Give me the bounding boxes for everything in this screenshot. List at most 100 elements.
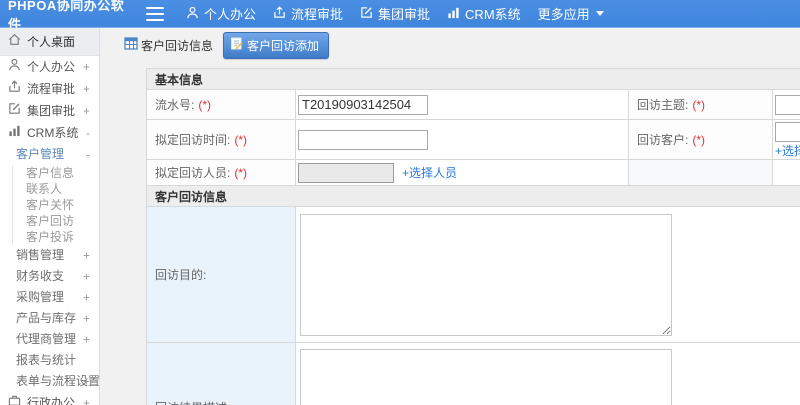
sidebar-item-reports-statistics[interactable]: 报表与统计 [0, 350, 99, 371]
submenu-group: 客户信息 联系人 客户关怀 客户回访 客户投诉 [12, 165, 99, 245]
sidebar-item-customer-care[interactable]: 客户关怀 [13, 197, 99, 213]
sidebar-item-label: 个人办公 [27, 60, 76, 74]
sidebar-item-form-workflow-settings[interactable]: 表单与流程设置 + [0, 371, 99, 392]
sidebar-item-sales-management[interactable]: 销售管理 + [0, 245, 99, 266]
expand-icon: + [82, 104, 90, 118]
sidebar-item-label: 采购管理 [16, 290, 65, 304]
select-company-link[interactable]: +选择企业 [775, 144, 800, 158]
sidebar: 个人桌面 个人办公 + 流程审批 + 集团审批 + CRM系统 - 客户管理 -… [0, 28, 100, 405]
visit-result-textarea[interactable] [300, 348, 672, 405]
expand-icon: + [82, 269, 90, 283]
expand-icon: - [86, 147, 90, 161]
flow-icon [8, 78, 27, 100]
sidebar-item-workflow-approval[interactable]: 流程审批 + [0, 78, 99, 100]
sidebar-item-label: 客户管理 [16, 147, 65, 161]
expand-icon: + [82, 374, 90, 388]
hamburger-menu-icon[interactable] [146, 6, 164, 21]
sidebar-item-label: 财务收支 [16, 269, 65, 283]
expand-icon: + [82, 332, 90, 346]
visit-purpose-cell [294, 206, 800, 343]
sidebar-item-customer-management[interactable]: 客户管理 - [0, 144, 99, 165]
sidebar-item-label: 产品与库存 [16, 311, 77, 325]
user-icon [8, 56, 27, 78]
nav-item-label: 个人办公 [204, 7, 257, 22]
nav-item-crm-system[interactable]: CRM系统 [447, 4, 521, 23]
serial-number-cell [295, 89, 629, 120]
visit-customer-cell: +选择企业 [771, 119, 800, 160]
visit-topic-input[interactable] [775, 94, 800, 115]
tab-customer-visit-add[interactable]: 客户回访添加 [223, 31, 330, 59]
expand-icon: + [82, 60, 90, 74]
visit-topic-label: 回访主题: (*) [628, 89, 773, 120]
sidebar-item-personal-desktop[interactable]: 个人桌面 [0, 28, 99, 56]
nav-item-group-approval[interactable]: 集团审批 [360, 4, 430, 23]
home-icon [8, 31, 27, 53]
planned-visit-time-cell [295, 119, 629, 160]
required-mark: (*) [198, 98, 212, 112]
planned-visit-person-label: 拟定回访人员: (*) [146, 159, 296, 186]
planned-visit-person-input[interactable] [298, 162, 394, 183]
sidebar-item-personal-office[interactable]: 个人办公 + [0, 56, 99, 78]
expand-icon: + [82, 290, 90, 304]
tab-customer-visit-info[interactable]: 客户回访信息 [124, 37, 213, 54]
sidebar-item-crm-system[interactable]: CRM系统 - [0, 122, 99, 144]
bar-chart-icon [8, 122, 27, 144]
serial-number-input[interactable] [298, 94, 428, 115]
visit-customer-label: 回访客户: (*) [628, 119, 773, 160]
section-header-visit-info: 客户回访信息 [145, 185, 800, 207]
nav-item-more-apps[interactable]: 更多应用 [538, 4, 604, 23]
sidebar-item-purchasing[interactable]: 采购管理 + [0, 287, 99, 308]
sidebar-item-label: 客户信息 [26, 166, 75, 180]
table-grid-icon [124, 37, 141, 53]
sidebar-item-label: 个人桌面 [27, 34, 76, 49]
sidebar-item-label: 销售管理 [16, 248, 65, 262]
top-navbar: PHPOA协同办公软件 个人办公 流程审批 集团审批 CRM系统 更多应用 [0, 0, 800, 32]
edit-square-icon [8, 100, 27, 122]
sidebar-item-label: 代理商管理 [16, 332, 77, 346]
sidebar-item-label: 客户投诉 [26, 230, 75, 244]
sidebar-item-customer-visit[interactable]: 客户回访 [13, 213, 99, 229]
required-mark: (*) [234, 166, 248, 180]
visit-result-label: 回访结果描述: [146, 342, 296, 405]
required-mark: (*) [692, 133, 706, 147]
main-content: 客户回访信息 客户回访添加 基本信息 流水号:(*) 回访主题:(*) [100, 28, 800, 405]
visit-topic-cell [771, 89, 800, 120]
planned-visit-person-cell: +选择人员 [295, 159, 629, 186]
caret-down-icon [595, 11, 604, 16]
expand-icon: + [82, 311, 90, 325]
sidebar-item-customer-info[interactable]: 客户信息 [13, 165, 99, 181]
expand-icon: - [86, 126, 90, 140]
nav-item-personal-office[interactable]: 个人办公 [186, 4, 256, 23]
sidebar-item-agent-management[interactable]: 代理商管理 + [0, 329, 99, 350]
sidebar-item-label: 客户关怀 [26, 198, 75, 212]
nav-item-workflow-approval[interactable]: 流程审批 [273, 4, 343, 23]
edit-square-icon [360, 6, 378, 22]
sidebar-item-label: 行政办公 [27, 396, 76, 405]
expand-icon: + [82, 396, 90, 405]
sidebar-item-admin-office[interactable]: 行政办公 + [0, 392, 99, 405]
expand-icon: + [82, 82, 90, 96]
visit-customer-input[interactable] [775, 122, 800, 142]
visit-form-table: 基本信息 流水号:(*) 回访主题:(*) 拟定回访时间:(*) [145, 68, 800, 405]
visit-purpose-textarea[interactable] [300, 213, 672, 336]
nav-item-label: 集团审批 [378, 7, 431, 22]
briefcase-icon [8, 392, 27, 405]
sidebar-item-group-approval[interactable]: 集团审批 + [0, 100, 99, 122]
select-person-link[interactable]: +选择人员 [402, 166, 457, 180]
user-icon [186, 6, 204, 22]
tab-label: 客户回访信息 [141, 38, 214, 53]
sidebar-item-label: 联系人 [26, 182, 63, 196]
planned-visit-time-input[interactable] [298, 129, 428, 150]
required-mark: (*) [692, 98, 706, 112]
sidebar-item-products-inventory[interactable]: 产品与库存 + [0, 308, 99, 329]
nav-item-label: CRM系统 [465, 7, 521, 22]
empty-field-cell [771, 159, 800, 186]
nav-item-label: 更多应用 [537, 7, 590, 22]
top-nav-items: 个人办公 流程审批 集团审批 CRM系统 更多应用 [186, 4, 621, 23]
sidebar-item-contacts[interactable]: 联系人 [13, 181, 99, 197]
sidebar-item-customer-complaint[interactable]: 客户投诉 [13, 229, 99, 245]
sidebar-item-label: CRM系统 [27, 126, 79, 140]
flow-icon [273, 5, 291, 22]
sidebar-item-finance[interactable]: 财务收支 + [0, 266, 99, 287]
sidebar-item-label: 客户回访 [26, 214, 75, 228]
